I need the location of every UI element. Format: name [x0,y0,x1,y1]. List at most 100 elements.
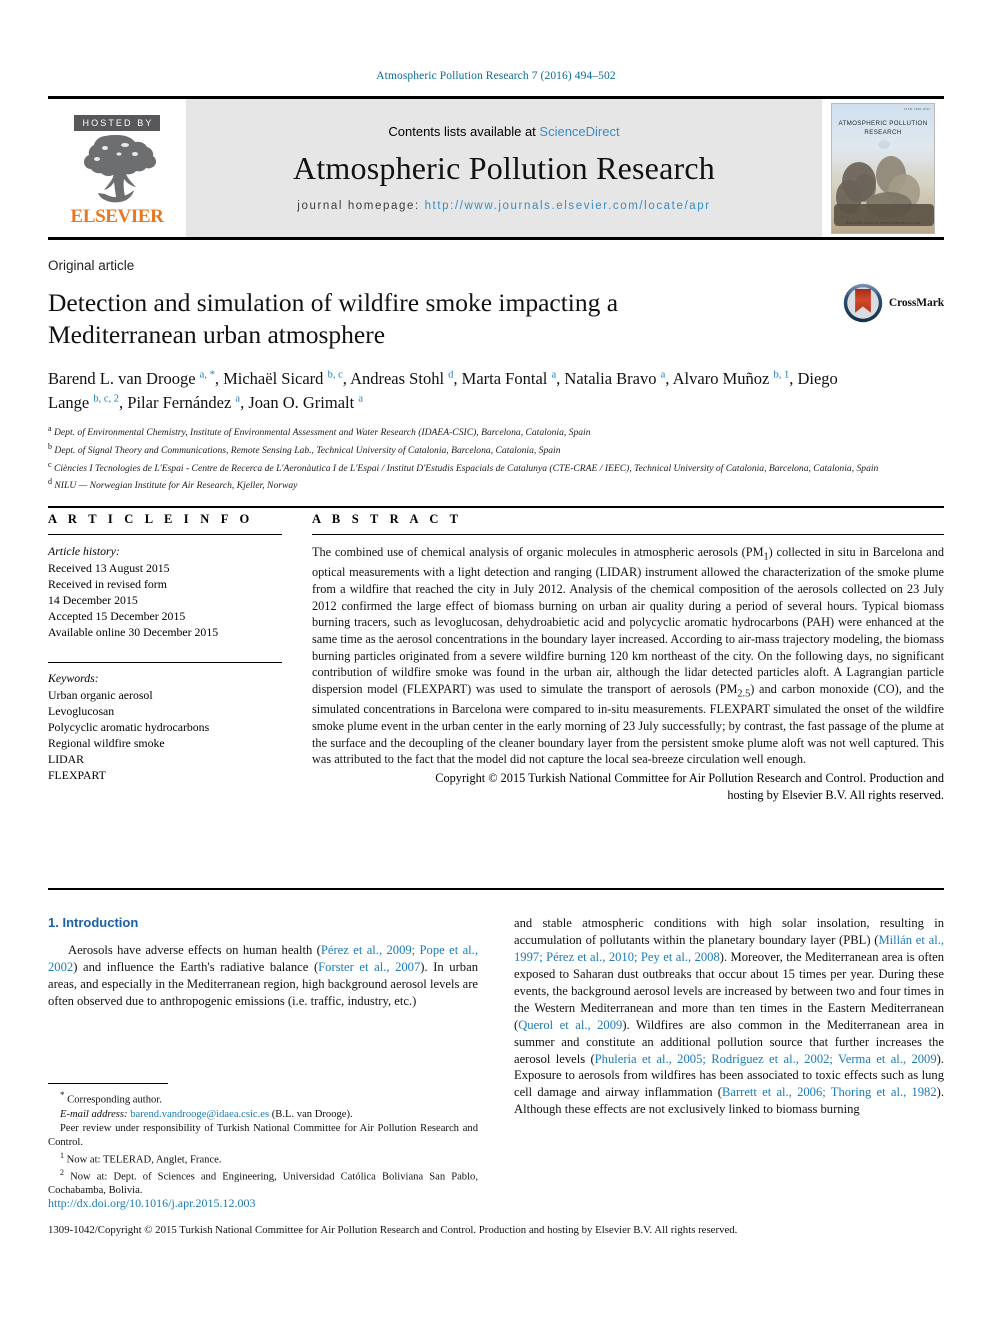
author-name: Alvaro Muñoz [672,369,774,389]
info-abstract-section: A R T I C L E I N F O Article history: R… [48,512,944,803]
crossmark-badge[interactable]: CrossMark [842,282,944,324]
keyword-item: Regional wildfire smoke [48,736,165,751]
publisher-logo-block: HOSTED BY ELSEVIER [48,99,186,237]
footnote-corresponding: * Corresponding author. [48,1089,478,1108]
journal-title: Atmospheric Pollution Research [293,150,715,186]
journal-cover-block: ISSN 1309-1042 ATMOSPHERIC POLLUTION RES… [822,99,944,237]
author-name: Barend L. van Drooge [48,369,200,389]
author-name: Andreas Stohl [350,369,449,389]
author-affiliation-mark: a [551,369,557,381]
chemical-formula: PM2.5 [719,681,751,700]
author-name: Pilar Fernández [127,393,236,413]
cover-title: ATMOSPHERIC POLLUTION RESEARCH [832,119,934,138]
author-list: Barend L. van Drooge a, *, Michaël Sicar… [48,369,838,413]
citation-link[interactable]: Millán et al., 1997; Pérez et al., 2010;… [514,933,944,964]
keywords-list: Urban organic aerosol Levoglucosan Polycyc… [48,687,282,783]
author-affiliation-mark: b, c, 2 [93,393,120,405]
corresponding-author-text: Corresponding author. [67,1094,162,1106]
citation-link[interactable]: Phuleria et al., 2005; Rodríguez et al.,… [595,1052,937,1066]
email-link[interactable]: barend.vandrooge@idaea.csic.es [130,1109,269,1120]
author-affiliation-mark: a [235,393,241,405]
section-name: Introduction [62,915,139,930]
email-owner: (B.L. van Drooge). [271,1108,353,1120]
affiliation-list: a Dept. of Environmental Chemistry, Inst… [48,423,928,494]
sciencedirect-link[interactable]: ScienceDirect [539,124,619,139]
article-history-item: Accepted 15 December 2015 [48,609,186,624]
footnote-rule [48,1083,168,1084]
issn-copyright-line: 1309-1042/Copyright © 2015 Turkish Natio… [48,1224,738,1236]
crossmark-icon [843,283,883,323]
footnote-block: * Corresponding author. E-mail address: … [48,1083,478,1199]
chemical-formula: PM1 [745,545,769,563]
author-name: Marta Fontal [461,369,552,389]
homepage-prefix: journal homepage: [297,200,425,212]
article-header: Original article CrossMark Detection and… [48,258,944,494]
doi-link[interactable]: http://dx.doi.org/10.1016/j.apr.2015.12.… [48,1196,255,1211]
cover-footer: Available online at www.sciencedirect.co… [845,220,921,225]
article-info-column: A R T I C L E I N F O Article history: R… [48,512,282,803]
keyword-item: Polycyclic aromatic hydrocarbons [48,720,210,735]
author-name: Michaël Sicard [223,369,328,389]
journal-homepage-link[interactable]: http://www.journals.elsevier.com/locate/… [425,200,711,212]
abstract-copyright: Copyright © 2015 Turkish National Commit… [312,770,944,803]
citation-link[interactable]: Barrett et al., 2006; Thoring et al., 19… [722,1085,937,1099]
keywords-rule [48,662,282,664]
affiliation-line: d NILU — Norwegian Institute for Air Res… [48,477,298,492]
cover-title-line1: ATMOSPHERIC POLLUTION [838,119,928,127]
citation-link[interactable]: Querol et al., 2009 [518,1018,622,1032]
elsevier-tree-icon [84,134,157,202]
citation-link[interactable]: Forster et al., 2007 [318,960,420,974]
footnote-peer-review: Peer review under responsibility of Turk… [48,1123,478,1149]
article-history-label: Article history: [48,544,120,558]
email-label: E-mail address: [60,1108,128,1120]
copyright-line-1: Copyright © 2015 Turkish National Commit… [435,770,944,785]
cover-issn: ISSN 1309-1042 [904,106,930,111]
abstract-column: A B S T R A C T The combined use of chem… [312,512,944,803]
copyright-line-2: hosting by Elsevier B.V. All rights rese… [727,787,944,802]
author-affiliation-mark: a [358,393,363,405]
article-history-list: Received 13 August 2015 Received in revis… [48,560,282,640]
info-bottom-rule [48,888,944,890]
contents-prefix: Contents lists available at [388,124,540,139]
section-number: 1. [48,915,59,930]
keyword-item: Urban organic aerosol [48,688,153,703]
article-type: Original article [48,258,135,273]
article-history-item: Available online 30 December 2015 [48,625,219,640]
intro-paragraph-left: Aerosols have adverse effects on human h… [48,943,478,1008]
abstract-body: The combined use of chemical analysis of… [312,545,944,767]
affiliation-line: c Ciències I Tecnologies de L'Espai - Ce… [48,459,879,474]
affiliation-line: b Dept. of Signal Theory and Communicati… [48,441,561,457]
article-history-item: Received 13 August 2015 [48,561,170,575]
article-page: Atmospheric Pollution Research 7 (2016) … [0,0,992,1323]
section-title-introduction: 1. Introduction [48,915,478,930]
article-history-item: Received in revised form [48,577,167,592]
journal-cover-thumbnail: ISSN 1309-1042 ATMOSPHERIC POLLUTION RES… [831,102,935,234]
article-info-rule [48,534,282,535]
keywords-label: Keywords: [48,671,99,686]
contents-available-line: Contents lists available at ScienceDirec… [388,124,619,139]
cover-title-line2: RESEARCH [864,129,902,137]
running-head: Atmospheric Pollution Research 7 (2016) … [376,70,616,82]
author-name: Natalia Bravo [564,369,661,389]
footnote-1-mark: 1 [60,1150,64,1160]
article-title: Detection and simulation of wildfire smo… [48,288,619,350]
author-affiliation-mark: a, * [199,369,215,381]
journal-homepage-line: journal homepage: http://www.journals.el… [297,200,710,212]
crossmark-label: CrossMark [888,297,944,309]
author-affiliation-mark: b, c [327,369,343,381]
info-top-rule [48,506,944,508]
asterisk-icon: * [60,1090,65,1100]
body-column-right: and stable atmospheric conditions with h… [514,915,944,1118]
article-info-heading: A R T I C L E I N F O [48,512,254,526]
footnote-2-mark: 2 [60,1167,64,1177]
journal-header: Contents lists available at ScienceDirec… [186,99,822,237]
keyword-item: Levoglucosan [48,704,115,719]
elsevier-wordmark: ELSEVIER [70,205,164,227]
author-name: Joan O. Grimalt [248,393,359,413]
footnote-note-2: 2 Now at: Dept. of Sciences and Engineer… [48,1168,478,1199]
author-affiliation-mark: d [448,369,454,381]
affiliation-line: a Dept. of Environmental Chemistry, Inst… [48,424,591,439]
keyword-item: FLEXPART [48,768,106,783]
article-history-item: 14 December 2015 [48,593,138,608]
footnote-2-text: Now at: Dept. of Sciences and Engineerin… [48,1171,478,1197]
